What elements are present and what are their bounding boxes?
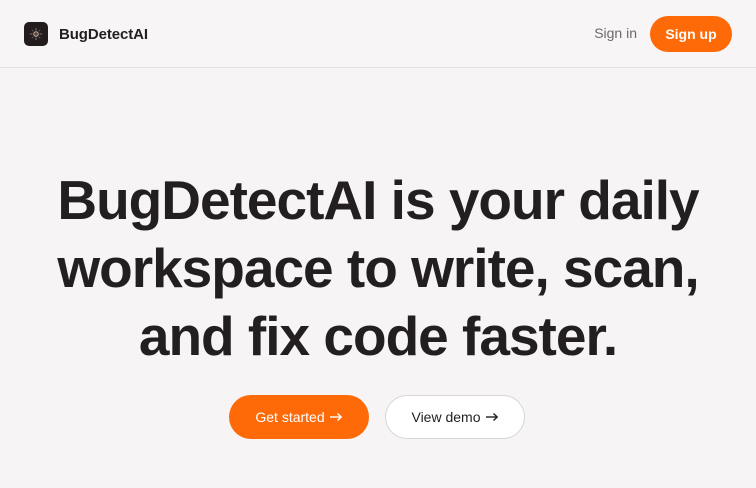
hero-headline-line: workspace to write, scan, <box>57 237 699 299</box>
sign-up-button[interactable]: Sign up <box>650 16 732 52</box>
site-header: BugDetectAI Sign in Sign up <box>0 0 756 68</box>
hero-headline-line: and fix code faster. <box>138 305 618 367</box>
hero-headline-line: BugDetectAI is your daily <box>57 169 699 231</box>
sign-in-link[interactable]: Sign in <box>594 25 637 41</box>
get-started-button[interactable]: Get started <box>229 395 369 439</box>
hero-cta-row: Get started View demo <box>229 395 525 439</box>
bug-scan-icon <box>24 22 48 46</box>
arrow-right-icon <box>329 409 343 425</box>
brand-name: BugDetectAI <box>59 25 148 43</box>
arrow-right-icon <box>485 409 499 425</box>
view-demo-label: View demo <box>411 409 481 425</box>
view-demo-button[interactable]: View demo <box>385 395 525 439</box>
brand-home-link[interactable]: BugDetectAI <box>24 22 148 46</box>
hero-headline: BugDetectAI is your daily workspace to w… <box>0 166 756 370</box>
get-started-label: Get started <box>255 409 325 425</box>
